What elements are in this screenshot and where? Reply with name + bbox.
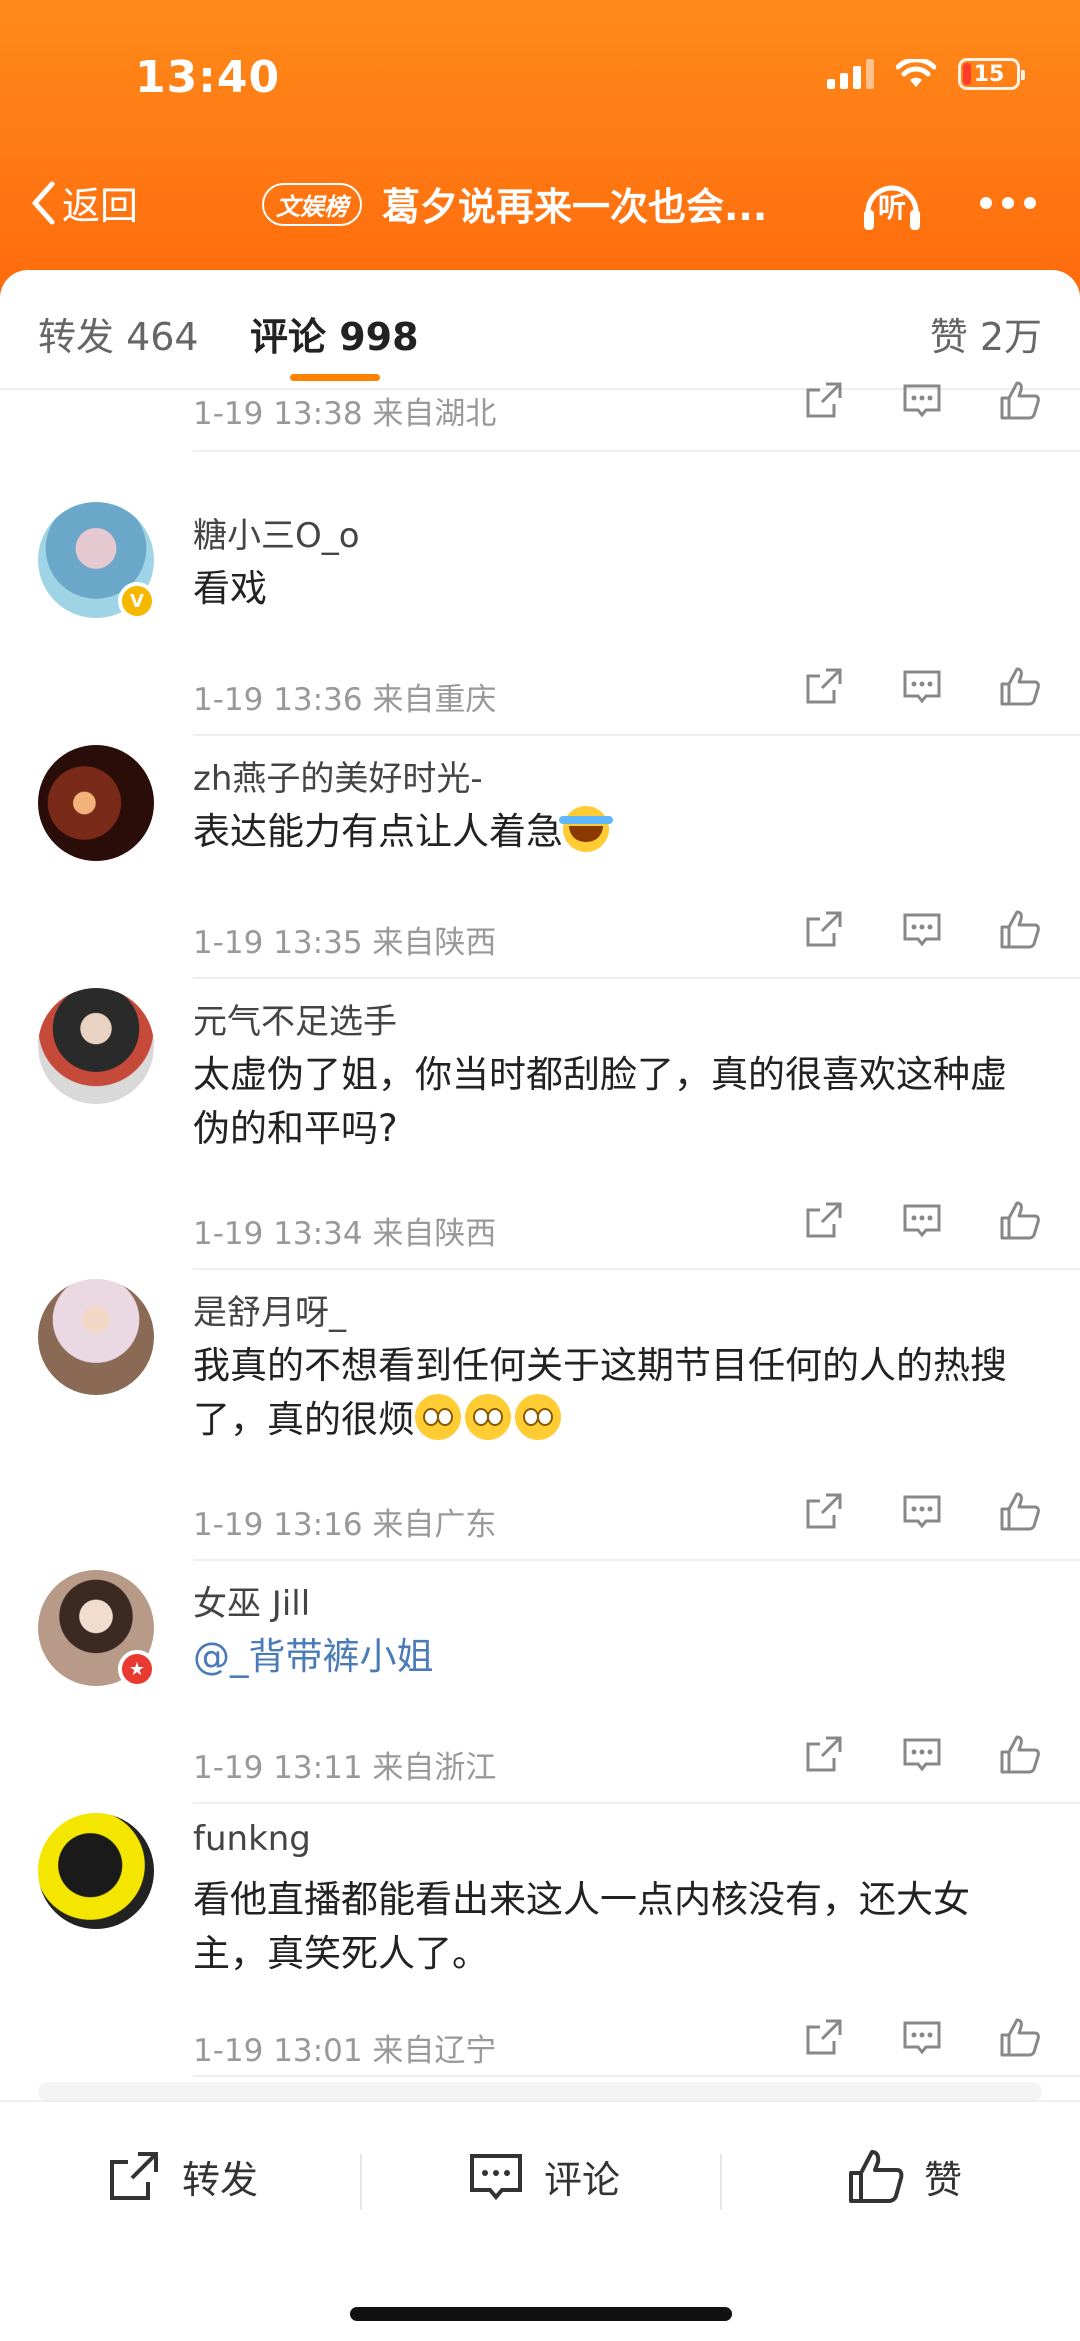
active-tab-indicator [290,374,380,381]
tab-comment[interactable]: 评论 998 [250,306,419,361]
verified-badge-icon: V [118,582,156,620]
like-icon[interactable] [998,2015,1042,2059]
like-icon [849,2150,904,2203]
home-indicator [350,2307,732,2321]
repost-button[interactable]: 转发 [104,2146,258,2206]
listen-label: 听 [877,191,906,224]
list-item[interactable]: zh燕子的美好时光- 表达能力有点让人着急 1-19 13:35 来自陕西 [0,695,1080,979]
comment-username[interactable]: funkng [193,1819,311,1859]
pleading-emoji-icon [515,1394,561,1440]
like-button[interactable]: 赞 [846,2146,962,2206]
status-time: 13:40 [135,52,281,103]
avatar[interactable] [38,1279,154,1395]
next-item-peek [38,2082,1042,2102]
mention-link[interactable]: @_背带裤小姐 [193,1630,1033,1684]
comment-text: 看戏 [193,567,267,610]
comment-text: 看他直播都能看出来这人一点内核没有，还大女主，真笑死人了。 [193,1878,970,1975]
avatar[interactable] [38,988,154,1104]
list-item[interactable]: ★ 女巫 Jill @_背带裤小姐 1-19 13:11 来自浙江 [0,1520,1080,1804]
crying-laughing-emoji-icon [559,806,613,852]
tab-repost[interactable]: 转发 464 [38,306,199,361]
pleading-emoji-icon [465,1394,511,1440]
comment-body: 我真的不想看到任何关于这期节目任何的人的热搜了，真的很烦 [193,1339,1033,1447]
comment-text: 我真的不想看到任何关于这期节目任何的人的热搜了，真的很烦 [193,1344,1007,1441]
page-title: 葛夕说再来一次也会... [382,185,768,229]
comment-label: 评论 [544,2157,621,2202]
chevron-left-icon [32,181,55,224]
more-icon[interactable] [980,197,1036,209]
comment-username[interactable]: zh燕子的美好时光- [193,751,483,800]
listen-button[interactable]: 听 [860,172,924,236]
comment-meta: 1-19 13:01 来自辽宁 [193,2033,497,2069]
battery-level: 15 [973,61,1005,87]
avatar[interactable]: ★ [38,1570,156,1688]
comment-body: 表达能力有点让人着急 [193,805,1033,859]
comment-button[interactable]: 评论 [466,2146,620,2206]
comment-actions [802,2015,1042,2059]
divider [193,2075,1080,2077]
share-icon[interactable] [802,2015,846,2059]
pleading-emoji-icon [415,1394,461,1440]
avatar[interactable] [38,1813,154,1929]
member-badge-icon: ★ [118,1650,156,1688]
comment-icon[interactable] [900,378,944,422]
divider [360,2154,362,2210]
comment-username[interactable]: 女巫 Jill [193,1576,310,1625]
comment-icon[interactable] [900,2015,944,2059]
share-icon [110,2152,158,2200]
comment-text: 太虚伪了姐，你当时都刮脸了，真的很喜欢这种虚伪的和平吗? [193,1053,1007,1150]
comment-username[interactable]: 糖小三O_o [193,508,360,557]
like-label: 赞 [924,2157,963,2202]
hot-list-tag[interactable]: 文娱榜 [262,183,362,226]
tab-bar: 转发 464 评论 998 赞 2万 [0,270,1080,390]
list-item[interactable]: 是舒月呀_ 我真的不想看到任何关于这期节目任何的人的热搜了，真的很烦 1-19 … [0,1229,1080,1561]
comment-username[interactable]: 元气不足选手 [193,994,397,1043]
list-item[interactable]: funkng 看他直播都能看出来这人一点内核没有，还大女主，真笑死人了。 1-1… [0,1763,1080,2077]
comment-meta: 1-19 13:38 来自湖北 [193,396,497,432]
bottom-action-bar: 转发 评论 赞 [0,2100,1080,2341]
repost-label: 转发 [182,2157,259,2202]
comment-username[interactable]: 是舒月呀_ [193,1285,346,1334]
tab-like[interactable]: 赞 2万 [930,306,1042,361]
list-item[interactable]: V 糖小三O_o 看戏 1-19 13:36 来自重庆 [0,452,1080,736]
top-header: 13:40 15 返回 文娱榜 葛夕说再来一次也会... 听 [0,0,1080,300]
like-icon[interactable] [998,378,1042,422]
status-icons: 15 [827,58,1025,90]
back-button[interactable]: 返回 [30,175,138,230]
comment-icon [470,2154,522,2201]
avatar[interactable]: V [38,502,156,620]
battery-icon: 15 [958,58,1025,90]
share-icon[interactable] [802,378,846,422]
divider [720,2154,722,2210]
wifi-icon [896,59,936,87]
comment-text: 表达能力有点让人着急 [193,810,563,853]
signal-icon [827,59,874,89]
list-item[interactable]: 元气不足选手 太虚伪了姐，你当时都刮脸了，真的很喜欢这种虚伪的和平吗? 1-19… [0,938,1080,1270]
avatar[interactable] [38,745,154,861]
back-label: 返回 [62,184,139,228]
comment-sheet: 转发 464 评论 998 赞 2万 1-19 13:38 来自湖北 V 糖小三… [0,270,1080,2341]
comment-actions [802,378,1042,422]
